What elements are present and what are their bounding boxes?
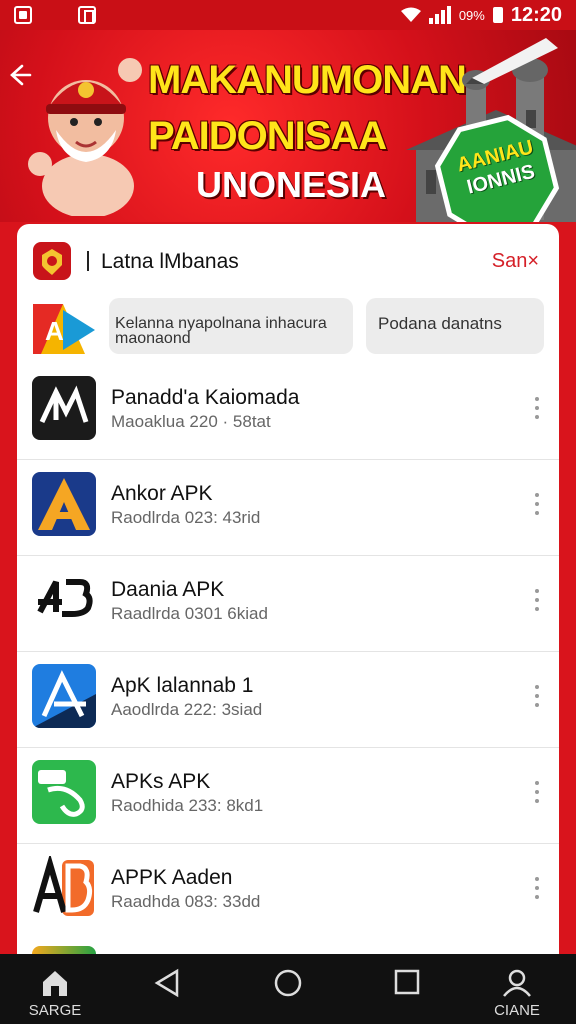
a-triangle-icon [32, 664, 96, 728]
home-icon [43, 971, 67, 996]
more-options-icon[interactable] [529, 778, 545, 808]
profile-icon [503, 969, 531, 997]
close-button[interactable]: San× [492, 250, 539, 273]
app-name: Ankor APK [111, 482, 213, 505]
a-logo-icon [32, 472, 96, 536]
home-circle-button[interactable] [243, 954, 333, 1024]
mascot-illustration [28, 58, 142, 216]
list-item[interactable]: Daania APK Raadlrda 0301 6kiad [17, 556, 559, 652]
card-header: Latna lMbanas San× [17, 224, 559, 294]
search-suggestion-pill[interactable]: Kelanna nyapolnana inhacura maonaond [109, 298, 353, 354]
ab-logo-icon [32, 856, 96, 920]
wifi-icon [400, 7, 421, 22]
more-options-icon[interactable] [529, 874, 545, 904]
green-apk-icon [32, 760, 96, 824]
emblem-icon [33, 242, 71, 280]
filter-pill[interactable]: Podana danatns [366, 298, 544, 354]
navigation-bar: SARGE CIANE [0, 954, 576, 1024]
back-triangle-icon [154, 968, 179, 998]
home-circle-icon [274, 969, 302, 997]
app-meta: Aaodlrda 222: 3siad [111, 700, 263, 719]
header-divider [87, 251, 89, 271]
list-item[interactable]: Ankor APK Raodlrda 023: 43rid [17, 460, 559, 556]
ap-icon [32, 376, 96, 440]
app-meta: Raodhida 233: 8kd1 [111, 796, 264, 815]
more-options-icon[interactable] [529, 394, 545, 424]
list-item[interactable]: APKs APK Raodhida 233: 8kd1 [17, 748, 559, 844]
promo-banner: MAKANUMONAN PAIDONISAA UNONESIA AANIAU I… [0, 30, 576, 222]
4b-logo-icon [32, 568, 96, 632]
more-options-icon[interactable] [529, 586, 545, 616]
pencil-icon [466, 38, 558, 84]
clock: 12:20 [510, 3, 562, 26]
battery-percentage: 09% [458, 7, 485, 23]
card-title: Latna lMbanas [101, 250, 239, 273]
app-name: Panadd'a Kaiomada [111, 386, 300, 409]
svg-text:A: A [45, 316, 64, 346]
app-meta: Raodlrda 023: 43rid [111, 508, 261, 527]
recents-square-icon [394, 969, 420, 995]
more-options-icon[interactable] [529, 490, 545, 520]
signal-icon [428, 6, 451, 24]
notification-app-icon [14, 6, 32, 24]
app-meta: Maoaklua 220 · 58tat [111, 412, 271, 431]
notification-app-icon [78, 6, 96, 24]
search-row: A Kelanna nyapolnana inhacura maonaond P… [17, 298, 559, 356]
app-meta: Raadlrda 0301 6kiad [111, 604, 268, 623]
app-list: Panadd'a Kaiomada Maoaklua 220 · 58tat A… [17, 364, 559, 940]
app-list-card: Latna lMbanas San× A Kelanna nyapolnana … [17, 224, 559, 964]
app-store-logo-icon: A [33, 304, 95, 354]
banner-subtitle: UNONESIA [196, 164, 387, 205]
app-name: Daania APK [111, 578, 225, 601]
search-suggestion-line-1: Kelanna nyapolnana inhacura [115, 315, 327, 332]
app-name: APPK Aaden [111, 866, 233, 889]
home-nav-label: SARGE [28, 1002, 82, 1019]
back-nav-button[interactable] [122, 954, 212, 1024]
list-item[interactable]: ApK lalannab 1 Aaodlrda 222: 3siad [17, 652, 559, 748]
status-bar: 09% 12:20 [0, 0, 576, 30]
profile-nav-label: CIANE [494, 1002, 540, 1019]
more-options-icon[interactable] [529, 682, 545, 712]
app-name: ApK lalannab 1 [111, 674, 254, 697]
recents-button[interactable] [362, 954, 452, 1024]
app-name: APKs APK [111, 770, 211, 793]
list-item[interactable]: APPK Aaden Raadhda 083: 33dd [17, 844, 559, 940]
list-item[interactable]: Panadd'a Kaiomada Maoaklua 220 · 58tat [17, 364, 559, 460]
profile-nav-button[interactable]: CIANE [472, 954, 562, 1024]
home-nav-button[interactable]: SARGE [10, 954, 100, 1024]
app-meta: Raadhda 083: 33dd [111, 892, 261, 911]
battery-icon [492, 7, 503, 23]
search-suggestion-line-2: maonaond [115, 330, 191, 347]
